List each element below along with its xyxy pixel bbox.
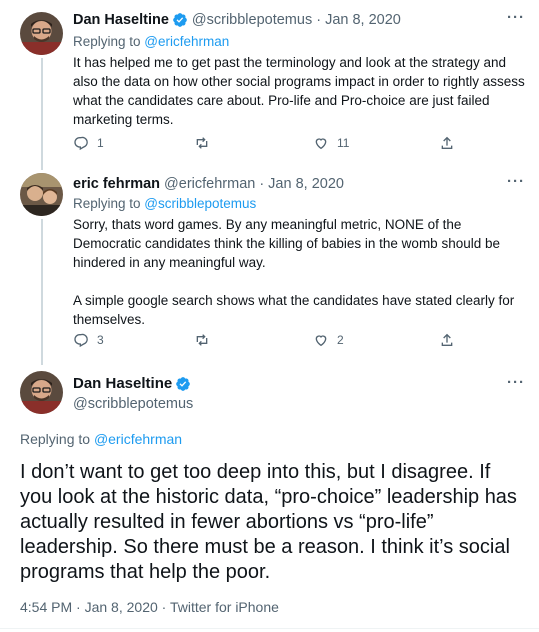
thread-connector [41,219,43,365]
tweet-text: Sorry, thats word games. By any meaningf… [73,215,525,329]
retweet-button[interactable] [194,332,218,348]
reply-count: 3 [97,333,104,347]
handle[interactable]: @scribblepotemus [73,395,193,414]
replying-to: Replying to @scribblepotemus [73,195,256,212]
tweet-meta: 4:54 PM · Jan 8, 2020 · Twitter for iPho… [20,598,279,616]
tweet-header: eric fehrman @ericfehrman · Jan 8, 2020 [73,175,344,193]
tweet-source[interactable]: Twitter for iPhone [170,599,279,615]
like-button[interactable]: 11 [313,135,349,151]
tweet-text: It has helped me to get past the termino… [73,53,525,129]
tweet-date[interactable]: Jan 8, 2020 [325,11,401,29]
tweet-dan-1[interactable]: Dan Haseltine @scribblepotemus · Jan 8, … [0,0,539,170]
divider [0,628,539,629]
thread-connector [41,58,43,170]
tweet-paragraph: Sorry, thats word games. By any meaningf… [73,217,500,270]
share-icon [441,136,453,149]
separator-dot: · [316,12,322,28]
tweet-text: I don’t want to get too deep into this, … [20,461,517,583]
author-block: Dan Haseltine @scribblepotemus [73,374,193,414]
mention-link[interactable]: @ericfehrman [94,431,182,447]
like-count: 11 [337,136,350,150]
retweet-icon [196,137,208,149]
verified-badge-icon [176,376,191,391]
mention-link[interactable]: @scribblepotemus [144,196,256,211]
author-name-row: Dan Haseltine [73,374,193,393]
replying-prefix: Replying to [73,34,145,49]
heart-icon [315,335,327,347]
handle[interactable]: @scribblepotemus [192,11,312,29]
more-icon[interactable]: ··· [507,374,525,391]
retweet-button[interactable] [194,135,218,151]
tweet-time[interactable]: 4:54 PM [20,599,72,615]
main-tweet: Dan Haseltine @scribblepotemus ··· Reply… [0,360,539,632]
reply-count: 1 [97,136,104,150]
avatar-eric[interactable] [20,173,63,216]
mention-link[interactable]: @ericfehrman [144,34,229,49]
separator-dot: · [76,599,81,615]
reply-button[interactable]: 1 [73,135,104,151]
handle[interactable]: @ericfehrman [164,175,255,193]
avatar-dan[interactable] [20,371,63,414]
heart-icon [315,138,327,150]
tweet-date[interactable]: Jan 8, 2020 [268,175,344,193]
retweet-icon [196,334,208,346]
tweet-date[interactable]: Jan 8, 2020 [85,599,158,615]
share-button[interactable] [439,332,455,348]
separator-dot: · [259,176,265,192]
reply-icon [74,136,88,151]
display-name[interactable]: Dan Haseltine [73,11,169,29]
display-name[interactable]: Dan Haseltine [73,374,172,393]
avatar-dan[interactable] [20,12,63,55]
replying-to: Replying to @ericfehrman [20,430,182,448]
tweet-paragraph: It has helped me to get past the termino… [73,55,525,127]
verified-badge-icon [173,13,187,27]
tweet-header: Dan Haseltine @scribblepotemus · Jan 8, … [73,11,401,29]
tweet-paragraph: A simple google search shows what the ca… [73,293,515,327]
replying-prefix: Replying to [20,431,94,447]
more-icon[interactable]: ··· [507,9,525,26]
tweet-eric[interactable]: eric fehrman @ericfehrman · Jan 8, 2020 … [0,165,539,365]
like-count: 2 [337,333,344,347]
separator-dot: · [161,599,167,615]
reply-icon [74,333,88,348]
share-button[interactable] [439,135,455,151]
replying-prefix: Replying to [73,196,145,211]
tweet-actions: 3 2 [73,332,453,350]
replying-to: Replying to @ericfehrman [73,33,229,50]
reply-button[interactable]: 3 [73,332,104,348]
share-icon [441,333,453,346]
more-icon[interactable]: ··· [507,173,525,190]
display-name[interactable]: eric fehrman [73,175,160,193]
tweet-actions: 1 11 [73,135,453,153]
like-button[interactable]: 2 [313,332,344,348]
